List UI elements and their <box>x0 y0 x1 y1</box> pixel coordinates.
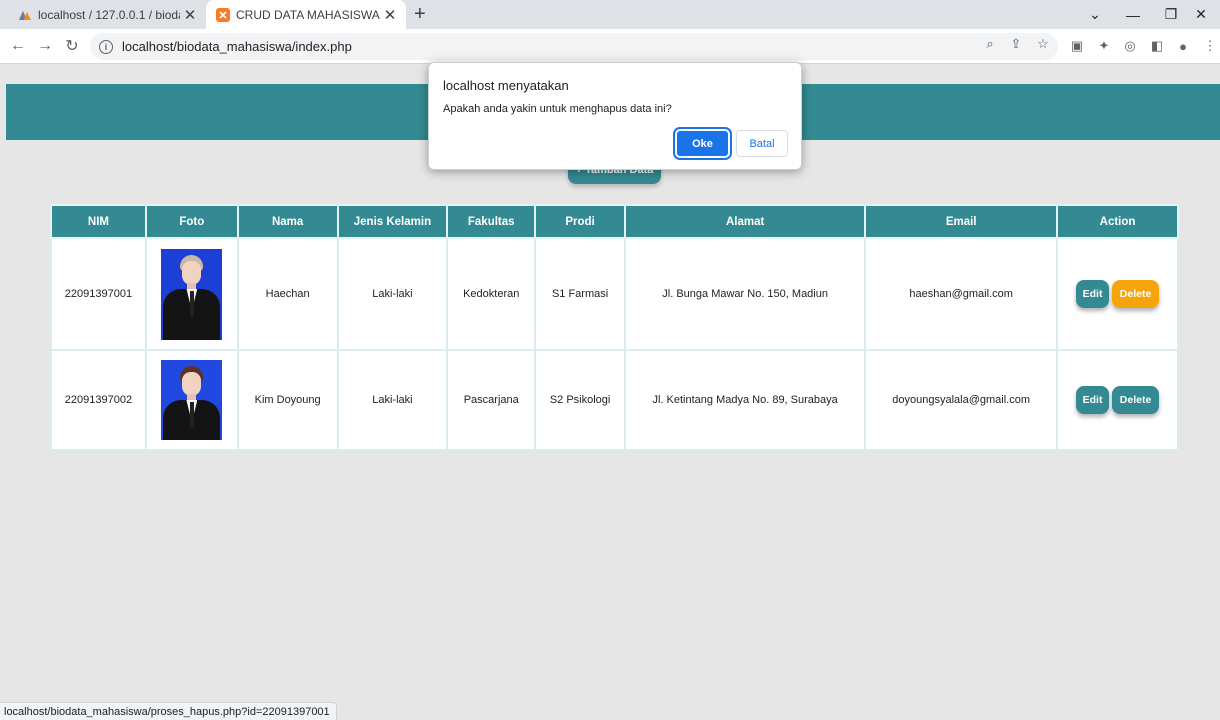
status-bar-url: localhost/biodata_mahasiswa/proses_hapus… <box>0 702 337 720</box>
header-nim: NIM <box>50 204 147 239</box>
cell-action: Edit Delete <box>1056 237 1179 351</box>
profile-avatar-icon[interactable]: ● <box>1173 36 1193 56</box>
phpmyadmin-icon <box>19 10 31 20</box>
sync-icon[interactable]: ◎ <box>1120 36 1140 56</box>
close-window-icon[interactable]: ✕ <box>1182 0 1220 29</box>
address-bar[interactable]: i localhost/biodata_mahasiswa/index.php <box>90 33 1058 60</box>
tab-phpmyadmin[interactable]: localhost / 127.0.0.1 / biodata_m ✕ <box>6 0 206 29</box>
tab-title: CRUD DATA MAHASISWA <box>236 7 380 22</box>
header-foto: Foto <box>144 204 239 239</box>
bookmark-star-icon[interactable]: ☆ <box>1033 34 1053 54</box>
photo-tie <box>190 402 195 428</box>
cell-email: haeshan@gmail.com <box>864 237 1059 351</box>
extensions-puzzle-icon[interactable]: ✦ <box>1094 36 1114 56</box>
table-row: 22091397001 Haechan Laki-laki Kedokteran… <box>50 237 1179 351</box>
cell-jenis-kelamin: Laki-laki <box>336 349 449 451</box>
menu-kebab-icon[interactable]: ⋮ <box>1200 36 1220 56</box>
photo-face <box>182 372 202 396</box>
cell-foto <box>144 237 239 351</box>
cancel-button[interactable]: Batal <box>736 130 788 157</box>
cell-foto <box>144 349 239 451</box>
header-nama: Nama <box>236 204 339 239</box>
table-row: 22091397002 Kim Doyoung Laki-laki Pascar… <box>50 349 1179 451</box>
cell-alamat: Jl. Ketintang Madya No. 89, Surabaya <box>623 349 867 451</box>
dialog-message: Apakah anda yakin untuk menghapus data i… <box>443 103 672 115</box>
extension-book-icon[interactable]: ▣ <box>1067 36 1087 56</box>
close-tab-icon[interactable]: ✕ <box>380 6 400 24</box>
header-action: Action <box>1056 204 1179 239</box>
table-header-row: NIM Foto Nama Jenis Kelamin Fakultas Pro… <box>50 204 1179 239</box>
student-photo <box>161 248 223 340</box>
ok-button[interactable]: Oke <box>673 127 732 160</box>
student-photo <box>161 360 223 440</box>
tab-title: localhost / 127.0.0.1 / biodata_m <box>38 7 180 22</box>
cell-alamat: Jl. Bunga Mawar No. 150, Madiun <box>623 237 867 351</box>
photo-face <box>182 260 202 285</box>
cell-email: doyoungsyalala@gmail.com <box>864 349 1059 451</box>
minimize-icon[interactable]: — <box>1114 0 1152 29</box>
header-alamat: Alamat <box>623 204 867 239</box>
delete-button[interactable]: Delete <box>1112 386 1160 414</box>
tab-crud[interactable]: CRUD DATA MAHASISWA ✕ <box>206 0 406 29</box>
side-panel-icon[interactable]: ◧ <box>1147 36 1167 56</box>
cell-nim: 22091397001 <box>50 237 147 351</box>
header-fakultas: Fakultas <box>446 204 537 239</box>
close-tab-icon[interactable]: ✕ <box>180 6 200 24</box>
cell-jenis-kelamin: Laki-laki <box>336 237 449 351</box>
cell-fakultas: Kedokteran <box>446 237 537 351</box>
cell-nim: 22091397002 <box>50 349 147 451</box>
delete-button[interactable]: Delete <box>1112 280 1160 308</box>
header-email: Email <box>864 204 1059 239</box>
new-tab-icon[interactable]: + <box>414 3 426 25</box>
zoom-icon[interactable]: ⌕ <box>980 34 1000 54</box>
dialog-title: localhost menyatakan <box>443 78 569 93</box>
header-jenis-kelamin: Jenis Kelamin <box>336 204 449 239</box>
forward-icon[interactable]: → <box>33 35 57 57</box>
cell-action: Edit Delete <box>1056 349 1179 451</box>
share-icon[interactable]: ⇪ <box>1006 34 1026 54</box>
cell-nama: Kim Doyoung <box>236 349 339 451</box>
cell-fakultas: Pascarjana <box>446 349 537 451</box>
reload-icon[interactable]: ↻ <box>60 35 84 57</box>
confirm-dialog: localhost menyatakan Apakah anda yakin u… <box>428 62 802 170</box>
site-info-icon[interactable]: i <box>99 39 113 54</box>
browser-toolbar: ← → ↻ i localhost/biodata_mahasiswa/inde… <box>0 29 1220 64</box>
photo-tie <box>190 290 195 317</box>
header-prodi: Prodi <box>534 204 626 239</box>
cell-prodi: S1 Farmasi <box>534 237 626 351</box>
cell-prodi: S2 Psikologi <box>534 349 626 451</box>
back-icon[interactable]: ← <box>6 35 30 57</box>
url-text[interactable]: localhost/biodata_mahasiswa/index.php <box>122 39 352 54</box>
edit-button[interactable]: Edit <box>1076 280 1110 308</box>
tab-search-icon[interactable]: ⌄ <box>1076 0 1114 29</box>
xampp-icon <box>216 7 230 22</box>
tab-strip: localhost / 127.0.0.1 / biodata_m ✕ CRUD… <box>0 0 1220 29</box>
edit-button[interactable]: Edit <box>1076 386 1110 414</box>
cell-nama: Haechan <box>236 237 339 351</box>
student-table: NIM Foto Nama Jenis Kelamin Fakultas Pro… <box>50 204 1179 451</box>
